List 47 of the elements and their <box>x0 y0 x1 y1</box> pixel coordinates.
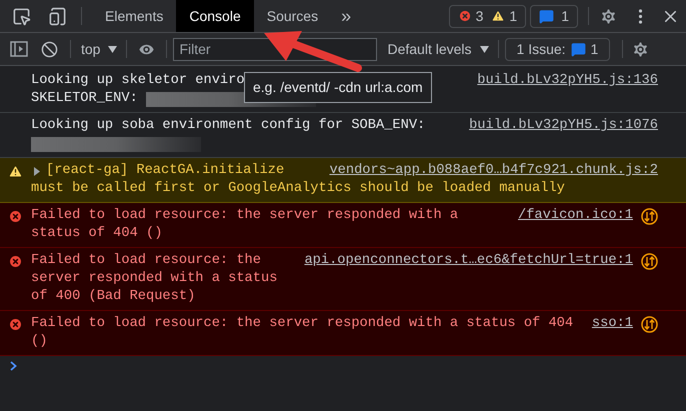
message-icon <box>539 8 554 24</box>
panel-tab[interactable]: Console <box>176 0 254 32</box>
source-link[interactable]: sso:1 <box>592 315 633 333</box>
log-text: [react-ga] ReactGA.initialize <box>46 162 286 180</box>
log-text: must be called first or GoogleAnalytics should be loaded manually <box>31 180 566 198</box>
message-counter[interactable]: 1 <box>530 4 578 28</box>
source-link[interactable]: build.bLv32pYH5.js:136 <box>477 72 658 90</box>
network-icon[interactable] <box>641 316 658 332</box>
expand-icon[interactable] <box>33 166 41 176</box>
more-tabs-button[interactable]: » <box>331 2 362 30</box>
message-text: Failed to load resource: the server responded with a status of 400 (Bad Request) <box>31 253 278 304</box>
log-levels-dropdown[interactable]: Default levels <box>387 38 489 60</box>
caret-icon <box>108 46 118 52</box>
settings-icon[interactable] <box>599 6 618 26</box>
source-link[interactable]: vendors~app.b088aef0…b4f7c921.chunk.js:2 <box>329 162 658 180</box>
source-link[interactable]: build.bLv32pYH5.js:1076 <box>469 117 658 135</box>
message-text: Failed to load resource: the server responded with a status of 404 () <box>31 208 458 241</box>
message-text: Failed to load resource: the server responded with a status of 404 () <box>31 316 574 349</box>
error-icon <box>8 317 23 332</box>
network-icon[interactable] <box>641 208 658 224</box>
prompt-icon <box>10 361 17 371</box>
warning-count: 1 <box>509 6 518 26</box>
log-text: SKELETOR_ENV: <box>31 90 139 108</box>
issue-count: 1 <box>590 40 598 58</box>
panel-tab[interactable]: Elements <box>92 0 176 32</box>
error-count: 3 <box>476 6 484 26</box>
error-icon <box>8 209 23 224</box>
inspect-icon[interactable] <box>12 6 31 26</box>
warning-icon <box>8 164 23 179</box>
issues-button[interactable]: 1 Issue: 1 <box>504 38 610 60</box>
device-icon[interactable] <box>48 6 67 26</box>
source-link[interactable]: api.openconnectors.t…ec6&fetchUrl=true:1 <box>304 252 633 270</box>
caret-icon <box>480 46 489 52</box>
source-link[interactable]: /favicon.ico:1 <box>518 207 633 225</box>
issue-icon <box>570 42 586 56</box>
error-icon <box>8 254 23 269</box>
panel-tab[interactable]: Sources <box>254 0 332 32</box>
error-warning-counter[interactable]: 3 1 <box>448 4 526 28</box>
warning-icon <box>491 9 506 23</box>
log-text: Looking up skeletor enviro <box>31 72 246 90</box>
tooltip: e.g. /eventd/ -cdn url:a.com <box>244 72 432 103</box>
network-icon[interactable] <box>641 252 658 270</box>
context-dropdown[interactable]: top <box>81 38 118 60</box>
log-text: Looking up soba environment config for SOBA_ENV: <box>31 117 426 135</box>
clear-icon[interactable] <box>41 40 58 58</box>
sidebar-toggle-icon[interactable] <box>10 41 28 57</box>
error-icon <box>458 9 472 23</box>
